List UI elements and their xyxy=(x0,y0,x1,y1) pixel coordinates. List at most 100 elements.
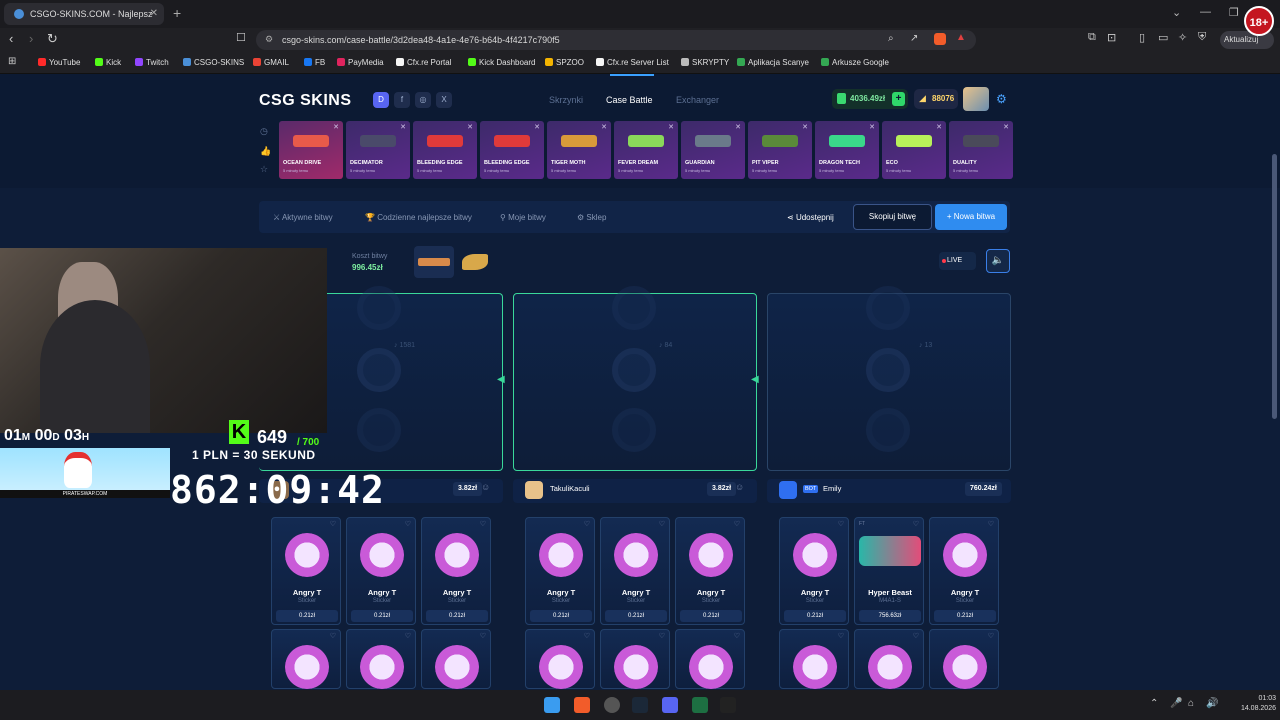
favorite-icon[interactable]: ♡ xyxy=(480,632,486,640)
item-card[interactable]: ♡ xyxy=(600,629,670,689)
instagram-icon[interactable]: ◎ xyxy=(415,92,431,108)
close-icon[interactable]: ✕ xyxy=(601,123,607,131)
drop-card[interactable]: ✕ BLEEDING EDGE 5 minuty temu xyxy=(413,121,477,179)
favorite-icon[interactable]: ♡ xyxy=(988,632,994,640)
item-card[interactable]: ♡ xyxy=(271,629,341,689)
site-info-icon[interactable]: ⚙ xyxy=(265,34,273,45)
drop-card[interactable]: ✕ PIT VIPER 5 minuty temu xyxy=(748,121,812,179)
favorite-icon[interactable]: ♡ xyxy=(913,520,919,528)
screenshot-icon[interactable]: ⊡ xyxy=(1107,31,1116,44)
bookmark-youtube[interactable]: YouTube xyxy=(38,58,80,67)
item-card[interactable]: ♡ Angry T Sticker 0.21zł xyxy=(600,517,670,625)
item-card[interactable]: ♡ xyxy=(779,629,849,689)
site-logo[interactable]: CSG SKINS xyxy=(259,92,352,110)
item-card[interactable]: ♡ Angry T Sticker 0.21zł xyxy=(271,517,341,625)
new-tab-button[interactable]: + xyxy=(173,5,181,21)
close-icon[interactable]: ✕ xyxy=(534,123,540,131)
drop-card[interactable]: ✕ DECIMATOR 5 minuty temu xyxy=(346,121,410,179)
favorite-icon[interactable]: ♡ xyxy=(913,632,919,640)
bookmark-arkusze-google[interactable]: Arkusze Google xyxy=(821,58,889,67)
case-thumbnail-knife[interactable] xyxy=(458,250,492,274)
obs-icon[interactable] xyxy=(604,697,620,713)
bookmark-kick-dashboard[interactable]: Kick Dashboard xyxy=(468,58,535,67)
player-name[interactable]: TakuliKaculi xyxy=(550,484,590,493)
item-card[interactable]: ♡ Angry T Sticker 0.21zł xyxy=(525,517,595,625)
x-twitter-icon[interactable]: X xyxy=(436,92,452,108)
deposit-icon[interactable]: + xyxy=(892,92,905,106)
user-avatar[interactable] xyxy=(963,87,989,111)
bookmark-twitch[interactable]: Twitch xyxy=(135,58,169,67)
item-card[interactable]: ♡ xyxy=(929,629,999,689)
bookmark-paymedia[interactable]: PayMedia xyxy=(337,58,384,67)
active-battles-link[interactable]: ⚔ Aktywne bitwy xyxy=(273,213,333,222)
item-card[interactable]: ♡ xyxy=(525,629,595,689)
tray-expand-icon[interactable]: ⌃ xyxy=(1150,698,1158,709)
bookmark-icon[interactable]: ☐ xyxy=(236,31,246,44)
tab-list-icon[interactable]: ⌄ xyxy=(1172,6,1181,19)
close-tab-icon[interactable]: ✕ xyxy=(150,8,158,19)
close-icon[interactable]: ✕ xyxy=(1003,123,1009,131)
drop-card[interactable]: ✕ OCEAN DRIVE 5 minuty temu xyxy=(279,121,343,179)
forward-icon[interactable]: › xyxy=(29,31,33,46)
drop-card[interactable]: ✕ DRAGON TECH 5 minuty temu xyxy=(815,121,879,179)
minimize-icon[interactable]: — xyxy=(1200,6,1211,18)
item-card[interactable]: ♡ xyxy=(675,629,745,689)
drop-card[interactable]: ✕ BLEEDING EDGE 5 minuty temu xyxy=(480,121,544,179)
drop-card[interactable]: ✕ TIGER MOTH 5 minuty temu xyxy=(547,121,611,179)
favorite-icon[interactable]: ♡ xyxy=(480,520,486,528)
favorite-icon[interactable]: ♡ xyxy=(734,520,740,528)
browser-tab[interactable]: CSGO-SKINS.COM - Najlepsz ✕ xyxy=(4,3,164,25)
bookmark-cfx-re-server-list[interactable]: Cfx.re Server List xyxy=(596,58,669,67)
coins-display[interactable]: ◢ 88076 xyxy=(914,89,958,109)
sidebar-icon[interactable]: ▯ xyxy=(1139,31,1145,44)
favorite-icon[interactable]: ♡ xyxy=(584,632,590,640)
bookmark-skrypty[interactable]: SKRYPTY xyxy=(681,58,729,67)
favorite-icon[interactable]: ♡ xyxy=(584,520,590,528)
extensions-icon[interactable]: ⧉ xyxy=(1088,31,1096,44)
favorite-icon[interactable]: ♡ xyxy=(330,520,336,528)
page-scrollbar[interactable] xyxy=(1272,154,1277,419)
steam-icon[interactable] xyxy=(632,697,648,713)
history-icon[interactable]: ◷ xyxy=(260,126,268,137)
close-icon[interactable]: ✕ xyxy=(333,123,339,131)
item-card[interactable]: ♡ xyxy=(346,629,416,689)
item-card[interactable]: ♡ xyxy=(421,629,491,689)
drop-card[interactable]: ✕ FEVER DREAM 5 minuty temu xyxy=(614,121,678,179)
reload-icon[interactable]: ↻ xyxy=(47,31,58,47)
nav-cases[interactable]: Skrzynki xyxy=(549,95,583,105)
item-card[interactable]: ♡ FT Hyper Beast M4A1-S 756.63zł xyxy=(854,517,924,625)
close-icon[interactable]: ✕ xyxy=(467,123,473,131)
item-card[interactable]: ♡ Angry T Sticker 0.21zł xyxy=(929,517,999,625)
excel-icon[interactable] xyxy=(692,697,708,713)
facebook-icon[interactable]: f xyxy=(394,92,410,108)
microphone-icon[interactable]: 🎤 xyxy=(1170,698,1182,709)
url-field[interactable]: ⚙ csgo-skins.com/case-battle/3d2dea48-4a… xyxy=(256,30,976,50)
discord-icon[interactable] xyxy=(662,697,678,713)
case-thumbnail-rifle[interactable] xyxy=(414,246,454,278)
back-icon[interactable]: ‹ xyxy=(9,31,13,46)
item-card[interactable]: ♡ Angry T Sticker 0.21zł xyxy=(346,517,416,625)
discord-icon[interactable]: D xyxy=(373,92,389,108)
network-icon[interactable]: ⌂ xyxy=(1188,698,1194,709)
close-icon[interactable]: ✕ xyxy=(400,123,406,131)
close-icon[interactable]: ✕ xyxy=(936,123,942,131)
brave-shield-icon[interactable] xyxy=(934,33,946,45)
player-name[interactable]: Emily xyxy=(823,484,841,493)
favorite-icon[interactable]: ♡ xyxy=(988,520,994,528)
close-icon[interactable]: ✕ xyxy=(735,123,741,131)
drop-card[interactable]: ✕ ECO 5 minuty temu xyxy=(882,121,946,179)
favorite-icon[interactable]: ♡ xyxy=(405,632,411,640)
bookmark-aplikacja-scanye[interactable]: Aplikacja Scanye xyxy=(737,58,809,67)
new-battle-button[interactable]: + Nowa bitwa xyxy=(935,204,1007,230)
bookmark-fb[interactable]: FB xyxy=(304,58,325,67)
item-card[interactable]: ♡ Angry T Sticker 0.21zł xyxy=(779,517,849,625)
shop-link[interactable]: ⚙ Sklep xyxy=(577,213,606,222)
brave-rewards-icon[interactable]: ▲ xyxy=(956,32,966,43)
favorite-icon[interactable]: ♡ xyxy=(838,520,844,528)
info-icon[interactable]: ☺ xyxy=(735,482,744,492)
bookmark-cfx-re-portal[interactable]: Cfx.re Portal xyxy=(396,58,451,67)
nav-case-battle[interactable]: Case Battle xyxy=(606,95,653,105)
start-windows-icon[interactable] xyxy=(544,697,560,713)
share-button[interactable]: ⋖ Udostępnij xyxy=(787,213,834,222)
favorite-icon[interactable]: ♡ xyxy=(734,632,740,640)
